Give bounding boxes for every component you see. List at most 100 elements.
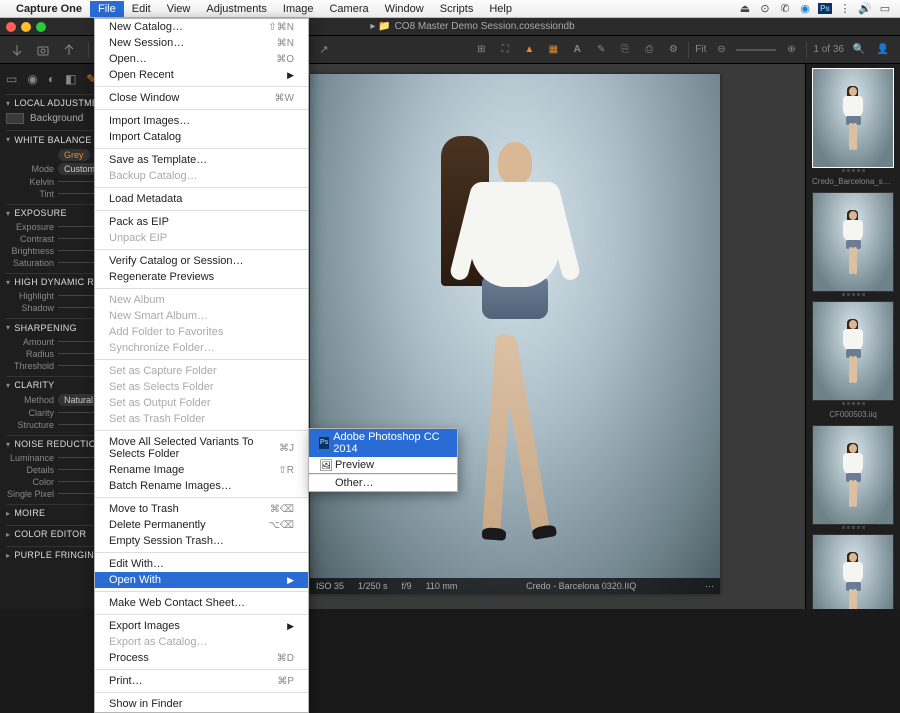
tab-exposure-icon[interactable]: ◧ [65, 72, 76, 86]
file-menu-item[interactable]: Print…⌘P [95, 673, 308, 689]
file-menu-item[interactable]: Verify Catalog or Session… [95, 253, 308, 269]
menu-view[interactable]: View [159, 1, 199, 17]
file-menu-item[interactable]: Rename Image⇧R [95, 462, 308, 478]
grid-overlay-icon[interactable]: ⊞ [472, 41, 490, 59]
section-purple[interactable]: PURPLE FRINGING [14, 550, 101, 560]
method-select[interactable]: Natural [58, 394, 99, 406]
file-menu-item[interactable]: Close Window⌘W [95, 90, 308, 106]
rating-dots[interactable] [812, 292, 894, 299]
section-exposure[interactable]: EXPOSURE [14, 208, 66, 218]
tab-library-icon[interactable]: ▭ [6, 72, 17, 86]
open-with-item[interactable]: PsAdobe Photoshop CC 2014 [309, 429, 457, 457]
image-viewer[interactable]: ISO 35 1/250 s f/9 110 mm Credo - Barcel… [225, 64, 805, 609]
thumbnail[interactable]: CF000503.iiq [812, 301, 894, 423]
folder-icon: ▸ 📁 [370, 21, 390, 32]
dropbox-icon[interactable]: ⏏ [738, 2, 752, 15]
thumbnail[interactable]: CF000502.iiq [812, 534, 894, 609]
section-moire[interactable]: MOIRE [14, 508, 45, 518]
user-icon[interactable]: 👤 [874, 41, 892, 59]
section-white-balance[interactable]: WHITE BALANCE [14, 135, 91, 145]
file-menu-item[interactable]: Open Recent▶ [95, 67, 308, 83]
file-menu-item: Set as Output Folder [95, 395, 308, 411]
layer-thumb[interactable] [6, 113, 24, 124]
file-menu-item: Backup Catalog… [95, 168, 308, 184]
file-menu-item[interactable]: Pack as EIP [95, 214, 308, 230]
menu-camera[interactable]: Camera [321, 1, 376, 17]
file-menu-item[interactable]: Empty Session Trash… [95, 533, 308, 549]
menu-image[interactable]: Image [275, 1, 322, 17]
file-menu-item[interactable]: Batch Rename Images… [95, 478, 308, 494]
status-icon[interactable]: ⊙ [758, 2, 772, 15]
zoom-window-button[interactable] [36, 22, 46, 32]
wifi-icon[interactable]: ⋮ [838, 2, 852, 15]
tab-color-icon[interactable]: ◐ [48, 72, 55, 86]
menu-scripts[interactable]: Scripts [432, 1, 482, 17]
menu-adjustments[interactable]: Adjustments [198, 1, 275, 17]
file-menu-item[interactable]: Open…⌘O [95, 51, 308, 67]
exif-aperture: f/9 [402, 581, 412, 591]
file-menu-item[interactable]: Delete Permanently⌥⌫ [95, 517, 308, 533]
rating-dots[interactable] [812, 401, 894, 408]
thumbnail[interactable] [812, 425, 894, 532]
menu-help[interactable]: Help [481, 1, 520, 17]
rating-dots[interactable] [812, 525, 894, 532]
brush-tool-icon[interactable]: ↗ [315, 41, 333, 59]
ps-icon[interactable]: Ps [818, 3, 832, 14]
highlight-label: Highlight [6, 291, 54, 301]
section-sharpening[interactable]: SHARPENING [14, 323, 77, 333]
luminance-label: Luminance [6, 453, 54, 463]
wb-grey-pill[interactable]: Grey [58, 149, 90, 161]
file-menu-item[interactable]: New Catalog…⇧⌘N [95, 19, 308, 35]
file-menu-item[interactable]: Show in Finder [95, 696, 308, 712]
file-menu-item[interactable]: Move All Selected Variants To Selects Fo… [95, 434, 308, 462]
file-menu-item[interactable]: New Session…⌘N [95, 35, 308, 51]
close-window-button[interactable] [6, 22, 16, 32]
text-a-icon[interactable]: A [568, 41, 586, 59]
menu-window[interactable]: Window [377, 1, 432, 17]
menu-edit[interactable]: Edit [124, 1, 159, 17]
file-menu-item[interactable]: Process⌘D [95, 650, 308, 666]
file-menu-item[interactable]: Import Images… [95, 113, 308, 129]
open-with-item[interactable]: Other… [309, 475, 457, 491]
cc-icon[interactable]: ◉ [798, 2, 812, 15]
camera-icon[interactable] [34, 41, 52, 59]
copy-icon[interactable]: ⎘ [616, 41, 634, 59]
file-menu-item[interactable]: Edit With… [95, 556, 308, 572]
thumbnail[interactable]: Credo_Barcelona_sample.IIQ [812, 68, 894, 190]
phone-icon[interactable]: ✆ [778, 2, 792, 15]
menu-file[interactable]: File [90, 1, 124, 17]
zoom-in-icon[interactable]: ⊕ [782, 41, 800, 59]
file-menu-item[interactable]: Move to Trash⌘⌫ [95, 501, 308, 517]
edit-pen-icon[interactable]: ✎ [592, 41, 610, 59]
export-icon[interactable] [60, 41, 78, 59]
file-menu-item[interactable]: Import Catalog [95, 129, 308, 145]
section-coloreditor[interactable]: COLOR EDITOR [14, 529, 86, 539]
layer-background[interactable]: Background [30, 113, 83, 124]
print-icon[interactable]: ⎙ [640, 41, 658, 59]
section-clarity[interactable]: CLARITY [14, 380, 54, 390]
exif-rating-icon[interactable]: ⋯ [705, 581, 714, 592]
tab-capture-icon[interactable]: ◉ [27, 72, 37, 86]
battery-icon[interactable]: ▭ [878, 2, 892, 15]
expand-icon[interactable]: ⛶ [496, 41, 514, 59]
gear-icon[interactable]: ⚙ [664, 41, 682, 59]
minimize-window-button[interactable] [21, 22, 31, 32]
file-menu-item: Set as Capture Folder [95, 363, 308, 379]
import-icon[interactable] [8, 41, 26, 59]
file-menu-item[interactable]: Export Images▶ [95, 618, 308, 634]
open-with-item[interactable]: 🖼Preview [309, 457, 457, 473]
rating-dots[interactable] [812, 168, 894, 175]
zoom-out-icon[interactable]: ⊖ [712, 41, 730, 59]
volume-icon[interactable]: 🔊 [858, 2, 872, 15]
search-icon[interactable]: 🔍 [850, 41, 868, 59]
app-name[interactable]: Capture One [16, 3, 82, 15]
zoom-slider[interactable] [736, 49, 776, 51]
section-noise[interactable]: NOISE REDUCTION [14, 439, 103, 449]
file-menu-item[interactable]: Open With▶ [95, 572, 308, 588]
grid-color-icon[interactable]: ▦ [544, 41, 562, 59]
thumbnail[interactable] [812, 192, 894, 299]
warning-icon[interactable]: ▲ [520, 41, 538, 59]
file-menu-item[interactable]: Save as Template… [95, 152, 308, 168]
file-menu-item[interactable]: Load Metadata [95, 191, 308, 207]
file-menu-item[interactable]: Regenerate Previews [95, 269, 308, 285]
